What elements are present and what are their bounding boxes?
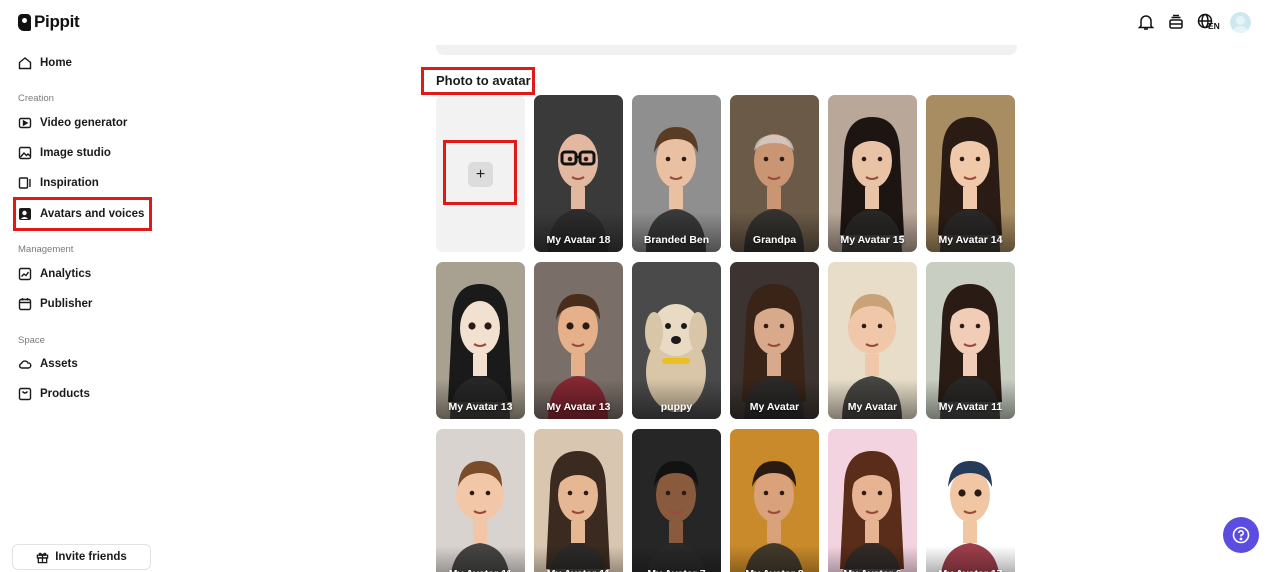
avatar-card[interactable]: My Avatar 15: [828, 95, 917, 252]
avatar-portrait: [926, 262, 1015, 419]
sidebar-item-products[interactable]: Products: [18, 383, 90, 405]
avatar-name: My Avatar 15: [840, 234, 905, 246]
avatar-name: Branded Ben: [643, 234, 710, 246]
language-code: EN: [1208, 21, 1220, 31]
invite-friends-button[interactable]: Invite friends: [12, 544, 151, 570]
avatar-name: My Avatar 13: [546, 401, 611, 413]
avatar-name: Grandpa: [752, 234, 797, 246]
sidebar-item-label: Inspiration: [40, 177, 99, 189]
avatar-name: My Avatar 11: [938, 401, 1003, 413]
avatar-name: My Avatar 8: [730, 568, 819, 572]
gift-icon: [36, 552, 49, 563]
avatar-name: My Avatar 11: [436, 568, 525, 572]
app-name: Pippit: [34, 12, 80, 31]
help-icon: [1232, 526, 1250, 544]
avatar-portrait: [436, 429, 525, 572]
avatar-portrait: [534, 95, 623, 252]
image-studio-icon: [18, 146, 32, 160]
avatar-portrait: [534, 429, 623, 572]
avatar-portrait: [926, 95, 1015, 252]
avatar-card[interactable]: Grandpa: [730, 95, 819, 252]
sidebar-item-label: Analytics: [40, 268, 92, 280]
sidebar-item-image-studio[interactable]: Image studio: [18, 142, 111, 164]
subscription-button[interactable]: [1166, 12, 1186, 32]
avatar-card[interactable]: My Avatar 6: [828, 429, 917, 572]
video-generator-icon: [18, 117, 32, 129]
sidebar-item-home[interactable]: Home: [18, 52, 72, 74]
user-avatar[interactable]: [1230, 12, 1251, 33]
stack-icon: [1169, 14, 1183, 29]
avatar-name: My Avatar 6: [828, 568, 917, 572]
highlight-box: [443, 140, 517, 205]
highlight-box: [13, 197, 152, 231]
avatar-card[interactable]: My Avatar 13: [436, 262, 525, 419]
pippit-logo-icon: [18, 13, 31, 31]
avatar-card[interactable]: My Avatar: [828, 262, 917, 419]
avatar-name: My Avatar 7: [632, 568, 721, 572]
app-logo[interactable]: Pippit: [18, 12, 80, 32]
avatar-card[interactable]: My Avatar 13: [534, 262, 623, 419]
avatar-grid: + My Avatar 18 Branded Ben Grandpa My Avata…: [436, 95, 1015, 572]
avatar-portrait: [828, 262, 917, 419]
avatar-card[interactable]: My Avatar 14: [926, 95, 1015, 252]
sidebar-item-label: Publisher: [40, 298, 93, 310]
avatar-portrait: [436, 262, 525, 419]
product-box-icon: [18, 387, 32, 401]
avatar-portrait: [828, 429, 917, 572]
bell-icon: [1137, 15, 1155, 30]
avatar-name: puppy: [660, 401, 693, 413]
avatar-portrait: [632, 429, 721, 572]
avatar-name: My Avatar 17: [926, 568, 1015, 572]
sidebar-item-video-generator[interactable]: Video generator: [18, 112, 127, 134]
section-label-space: Space: [18, 335, 45, 346]
avatar-card[interactable]: My Avatar 18: [534, 95, 623, 252]
section-label-management: Management: [18, 244, 74, 255]
avatar-portrait: [534, 262, 623, 419]
avatar-name: My Avatar 18: [546, 234, 611, 246]
avatar-card[interactable]: My Avatar 11: [534, 429, 623, 572]
analytics-icon: [18, 267, 32, 281]
top-panel-edge: [436, 45, 1017, 55]
sidebar: Pippit Home Creation Video generator Ima…: [0, 0, 165, 572]
avatar-name: My Avatar: [749, 401, 800, 413]
avatar-card[interactable]: My Avatar 17: [926, 429, 1015, 572]
avatar-portrait: [730, 429, 819, 572]
sidebar-item-analytics[interactable]: Analytics: [18, 263, 91, 285]
calendar-icon: [18, 298, 32, 311]
avatar-portrait: [730, 95, 819, 252]
sidebar-item-label: Assets: [40, 358, 78, 370]
sidebar-item-label: Products: [40, 388, 90, 400]
sidebar-item-publisher[interactable]: Publisher: [18, 293, 92, 315]
avatar-card[interactable]: My Avatar 11: [926, 262, 1015, 419]
avatar-card[interactable]: puppy: [632, 262, 721, 419]
sidebar-item-label: Image studio: [40, 147, 111, 159]
avatar-card[interactable]: My Avatar 7: [632, 429, 721, 572]
avatar-portrait: [926, 429, 1015, 572]
avatar-portrait: [730, 262, 819, 419]
sidebar-item-inspiration[interactable]: Inspiration: [18, 172, 99, 194]
avatar-card[interactable]: My Avatar: [730, 262, 819, 419]
avatar-name: My Avatar 11: [534, 568, 623, 572]
avatar-name: My Avatar: [847, 401, 898, 413]
help-button[interactable]: [1223, 517, 1259, 553]
sidebar-item-label: Video generator: [40, 117, 128, 129]
avatar-card[interactable]: Branded Ben: [632, 95, 721, 252]
sidebar-item-label: Home: [40, 57, 72, 69]
highlight-box: [421, 67, 535, 95]
avatar-portrait: [632, 95, 721, 252]
sidebar-item-assets[interactable]: Assets: [18, 353, 78, 375]
avatar-card[interactable]: My Avatar 11: [436, 429, 525, 572]
inspiration-icon: [18, 177, 31, 189]
avatar-portrait: [828, 95, 917, 252]
avatar-portrait: [632, 262, 721, 419]
notifications-button[interactable]: [1136, 12, 1156, 32]
cloud-icon: [19, 360, 32, 369]
section-label-creation: Creation: [18, 93, 54, 104]
avatar-name: My Avatar 14: [938, 234, 1003, 246]
avatar-name: My Avatar 13: [448, 401, 513, 413]
avatar-card[interactable]: My Avatar 8: [730, 429, 819, 572]
home-icon: [18, 57, 32, 70]
invite-friends-label: Invite friends: [55, 551, 127, 563]
